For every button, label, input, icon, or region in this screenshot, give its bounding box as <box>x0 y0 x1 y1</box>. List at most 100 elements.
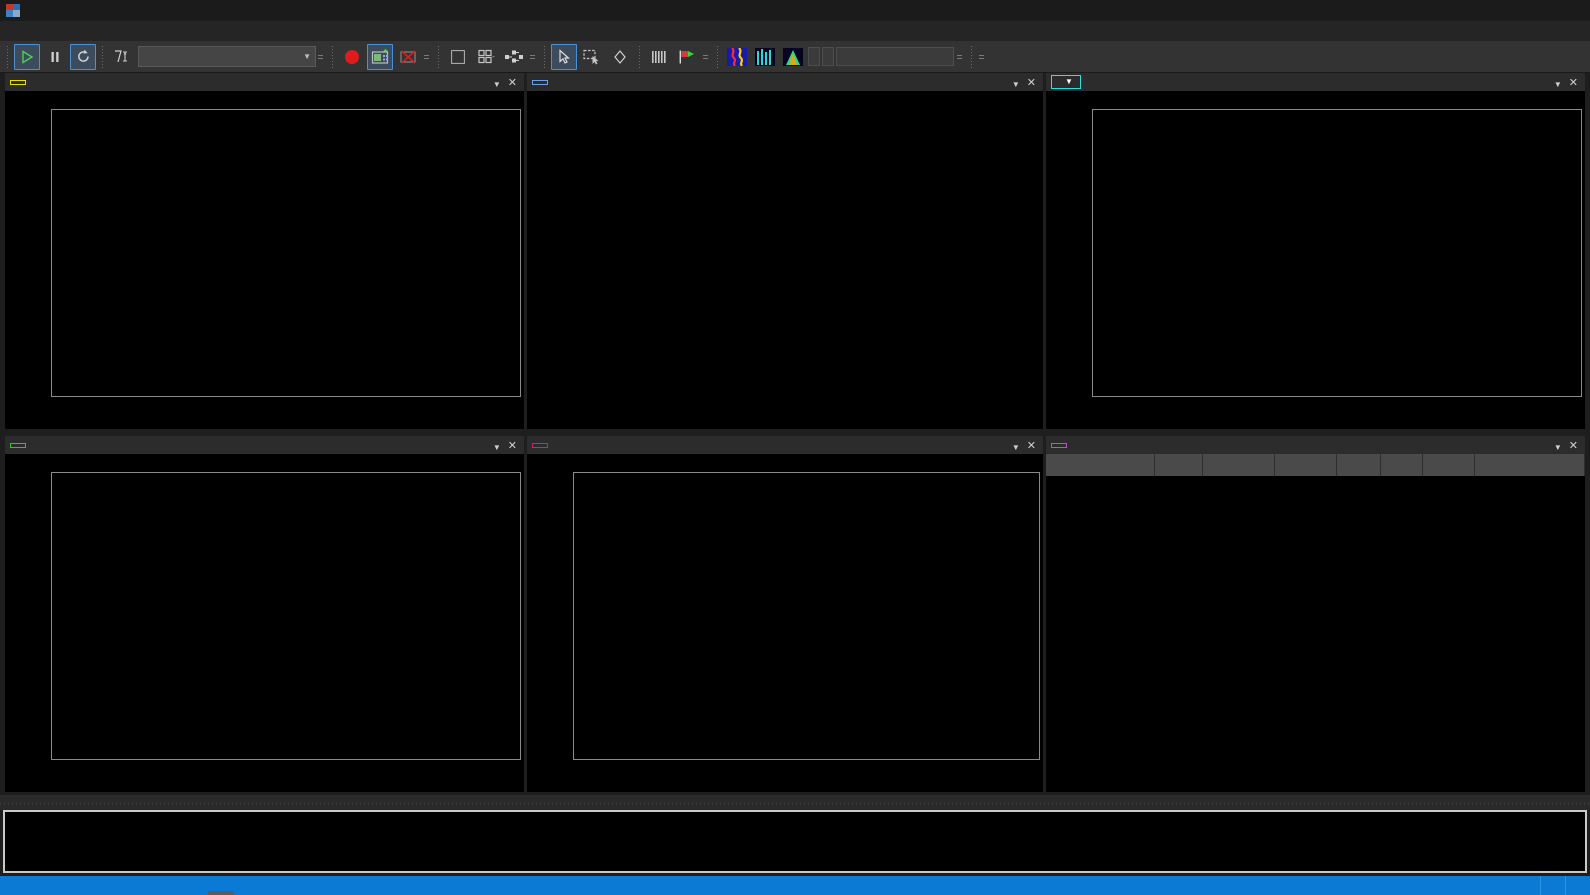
panel-f-header[interactable]: ▼ ✕ <box>1046 436 1585 454</box>
diamond-marker-icon[interactable] <box>607 44 633 70</box>
menu-utilities[interactable] <box>166 29 184 33</box>
toolbar-grip[interactable] <box>5 45 10 68</box>
layout-tree-icon[interactable] <box>501 44 527 70</box>
panel-c-close-icon[interactable]: ✕ <box>1027 76 1036 89</box>
toolbar-grip-8[interactable] <box>969 45 974 68</box>
panel-a-constellation-svg <box>52 110 520 396</box>
panel-d-header[interactable]: ▼ ✕ <box>527 436 1043 454</box>
panel-e-collapse-icon[interactable]: ▼ <box>1554 80 1562 89</box>
spectrum-lines-icon[interactable] <box>752 44 778 70</box>
panel-d-plot[interactable] <box>573 472 1040 760</box>
toolbar-grip-6[interactable] <box>637 45 642 68</box>
panel-b-title[interactable] <box>10 442 26 448</box>
overlap-percent-field[interactable] <box>822 47 834 66</box>
menu-meassetup[interactable] <box>94 29 112 33</box>
panel-e-header[interactable]: ▼ ▼ ✕ <box>1046 73 1585 91</box>
toolbar-overflow-2[interactable] <box>424 54 431 59</box>
recording-playback-icon[interactable] <box>367 43 393 70</box>
panel-d-collapse-icon[interactable]: ▼ <box>1012 443 1020 452</box>
col-num-rbs[interactable] <box>1336 454 1381 476</box>
markers-header[interactable] <box>0 795 1590 810</box>
close-button[interactable] <box>1552 0 1590 21</box>
col-modulation[interactable] <box>1274 454 1337 476</box>
panel-f-collapse-icon[interactable]: ▼ <box>1554 443 1562 452</box>
panel-e-plot[interactable] <box>1092 109 1582 397</box>
panel-a-ofdm-meas[interactable]: ▼ ✕ <box>5 73 524 429</box>
spectrogram-icon[interactable] <box>724 44 750 70</box>
range-icon[interactable] <box>109 44 135 70</box>
toolbar-overflow-3[interactable] <box>530 54 537 59</box>
toolbar-overflow-4[interactable] <box>703 54 710 59</box>
panel-c-collapse-icon[interactable]: ▼ <box>1012 80 1020 89</box>
menu-markers[interactable] <box>130 29 148 33</box>
pointer-icon[interactable] <box>551 43 577 70</box>
toolbar-overflow-1[interactable] <box>318 54 325 59</box>
panel-e-err-vect-time[interactable]: ▼ ▼ ✕ <box>1046 73 1585 429</box>
panel-f-close-icon[interactable]: ✕ <box>1569 439 1578 452</box>
panel-a-collapse-icon[interactable]: ▼ <box>493 80 501 89</box>
col-filler <box>1474 454 1585 476</box>
panel-b-plot[interactable] <box>51 472 521 760</box>
panel-a-plot[interactable] <box>51 109 521 397</box>
menu-control[interactable] <box>40 29 58 33</box>
chevron-down-icon[interactable]: ▼ <box>295 52 311 61</box>
taskbar-nub <box>208 891 234 895</box>
frame-summary-table[interactable] <box>1046 454 1585 476</box>
range-combo[interactable]: ▼ <box>138 46 316 67</box>
menu-source[interactable] <box>58 29 76 33</box>
panel-e-title[interactable]: ▼ <box>1051 75 1081 89</box>
panel-d-title[interactable] <box>532 442 548 448</box>
menu-input[interactable] <box>76 29 94 33</box>
panel-f-title[interactable] <box>1051 442 1067 448</box>
panel-b-ch1-spectrum[interactable]: ▼ ✕ <box>5 436 524 792</box>
col-power-per-re[interactable] <box>1202 454 1275 476</box>
panel-d-err-vect-spectrum[interactable]: ▼ ✕ <box>527 436 1043 792</box>
panel-c-title[interactable] <box>532 79 548 85</box>
panel-c-header[interactable]: ▼ ✕ <box>527 73 1043 91</box>
recording-stop-icon[interactable] <box>395 44 421 70</box>
panel-e-title-chevron-icon[interactable]: ▼ <box>1065 77 1073 86</box>
toolbar-grip-2[interactable] <box>100 45 105 68</box>
markers-content[interactable] <box>3 810 1587 873</box>
menu-window[interactable] <box>148 29 166 33</box>
panel-b-header[interactable]: ▼ ✕ <box>5 436 524 454</box>
menu-trace[interactable] <box>112 29 130 33</box>
col-evm[interactable] <box>1154 454 1203 476</box>
panel-e-close-icon[interactable]: ✕ <box>1569 76 1578 89</box>
pause-icon[interactable] <box>42 44 68 70</box>
menu-edit[interactable] <box>22 29 40 33</box>
toolbar-overflow-6[interactable] <box>979 54 986 59</box>
col-name[interactable] <box>1046 454 1155 476</box>
toolbar-grip-7[interactable] <box>715 45 720 68</box>
panel-b-collapse-icon[interactable]: ▼ <box>493 443 501 452</box>
menu-file[interactable] <box>4 29 22 33</box>
minimize-button[interactable] <box>1476 0 1514 21</box>
toolbar-grip-3[interactable] <box>330 45 335 68</box>
panel-d-close-icon[interactable]: ✕ <box>1027 439 1036 452</box>
eye-diagram-icon[interactable] <box>780 44 806 70</box>
play-icon[interactable] <box>14 43 40 70</box>
record-icon[interactable] <box>339 44 365 70</box>
panel-f-frame-summary[interactable]: ▼ ✕ <box>1046 436 1585 792</box>
panel-a-title[interactable] <box>10 79 26 85</box>
color-map-field[interactable] <box>836 47 954 66</box>
panel-b-close-icon[interactable]: ✕ <box>508 439 517 452</box>
grid-layout-icon[interactable]: - <box>473 44 499 70</box>
zoom-percent-field[interactable] <box>808 47 820 66</box>
col-rnti[interactable] <box>1380 454 1423 476</box>
panel-a-close-icon[interactable]: ✕ <box>508 76 517 89</box>
maximize-button[interactable] <box>1514 0 1552 21</box>
toolbar-grip-5[interactable] <box>542 45 547 68</box>
toolbar-overflow-5[interactable] <box>957 54 964 59</box>
panel-a-controls: ▼ ✕ <box>493 76 524 89</box>
e-button[interactable] <box>445 44 471 70</box>
select-region-icon[interactable] <box>579 44 605 70</box>
bars-icon[interactable] <box>646 44 672 70</box>
panel-c-summary[interactable]: ▼ ✕ <box>527 73 1043 429</box>
restart-icon[interactable] <box>70 43 96 70</box>
panel-a-header[interactable]: ▼ ✕ <box>5 73 524 91</box>
flag-marker-icon[interactable] <box>674 44 700 70</box>
toolbar-grip-4[interactable] <box>436 45 441 68</box>
col-bwp-id[interactable] <box>1422 454 1475 476</box>
menu-help[interactable] <box>184 29 202 33</box>
